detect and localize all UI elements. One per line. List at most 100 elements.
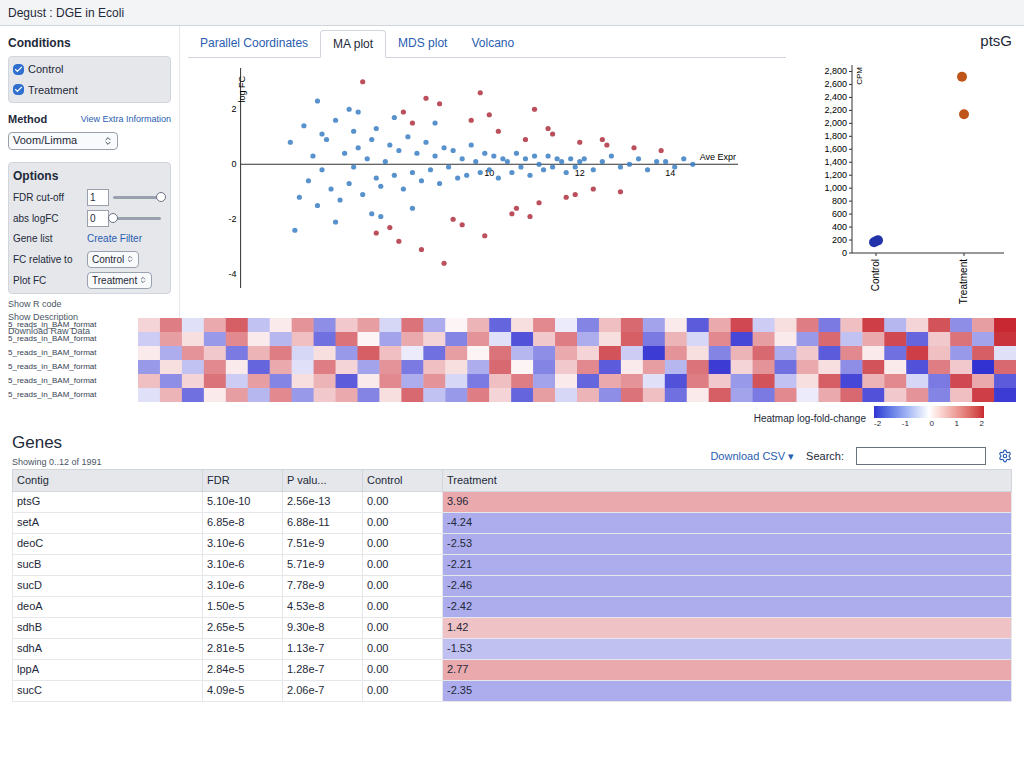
option-link[interactable]: Create Filter [87, 231, 142, 246]
ma-point[interactable] [523, 137, 528, 142]
heatmap-cell[interactable] [314, 346, 336, 360]
ma-point[interactable] [292, 228, 297, 233]
table-row[interactable]: deoA1.50e-54.53e-80.00-2.42 [13, 596, 1012, 617]
ma-point[interactable] [360, 192, 365, 197]
heatmap-cell[interactable] [577, 388, 599, 402]
ma-point[interactable] [591, 186, 596, 191]
ma-point[interactable] [288, 140, 293, 145]
heatmap-cell[interactable] [906, 360, 928, 374]
ma-point[interactable] [369, 137, 374, 142]
heatmap-cell[interactable] [467, 374, 489, 388]
ma-point[interactable] [582, 156, 587, 161]
heatmap-cell[interactable] [709, 388, 731, 402]
ma-point[interactable] [545, 153, 550, 158]
heatmap-cell[interactable] [226, 388, 248, 402]
tab[interactable]: MA plot [320, 30, 386, 58]
ma-point[interactable] [306, 178, 311, 183]
search-input[interactable] [856, 447, 986, 465]
heatmap-cell[interactable] [555, 332, 577, 346]
heatmap-cell[interactable] [555, 388, 577, 402]
gene-point[interactable] [957, 71, 967, 81]
ma-point[interactable] [369, 211, 374, 216]
heatmap-cell[interactable] [467, 388, 489, 402]
heatmap-cell[interactable] [862, 346, 884, 360]
ma-point[interactable] [414, 151, 419, 156]
heatmap-cell[interactable] [423, 346, 445, 360]
heatmap-cell[interactable] [753, 332, 775, 346]
heatmap-cell[interactable] [138, 388, 160, 402]
ma-point[interactable] [365, 156, 370, 161]
heatmap-cell[interactable] [972, 374, 994, 388]
ma-point[interactable] [618, 164, 623, 169]
heatmap-cell[interactable] [270, 388, 292, 402]
heatmap-cell[interactable] [336, 388, 358, 402]
heatmap-cell[interactable] [775, 346, 797, 360]
heatmap-cell[interactable] [270, 318, 292, 332]
heatmap-cell[interactable] [621, 332, 643, 346]
heatmap-cell[interactable] [182, 388, 204, 402]
heatmap-cell[interactable] [731, 360, 753, 374]
heatmap-cell[interactable] [160, 346, 182, 360]
heatmap-cell[interactable] [555, 374, 577, 388]
table-row[interactable]: sucD3.10e-67.78e-90.00-2.46 [13, 575, 1012, 596]
ma-point[interactable] [374, 126, 379, 131]
heatmap-cell[interactable] [182, 346, 204, 360]
heatmap-cell[interactable] [445, 360, 467, 374]
table-row[interactable]: ptsG5.10e-102.56e-130.003.96 [13, 491, 1012, 512]
heatmap-cell[interactable] [467, 360, 489, 374]
heatmap-cell[interactable] [401, 332, 423, 346]
heatmap-cell[interactable] [731, 388, 753, 402]
ma-point[interactable] [405, 134, 410, 139]
gene-plot-chart[interactable]: 02004006008001,0001,2001,4001,6001,8002,… [794, 53, 1024, 315]
heatmap-cell[interactable] [950, 332, 972, 346]
table-row[interactable]: sucB3.10e-65.71e-90.00-2.21 [13, 554, 1012, 575]
ma-point[interactable] [536, 162, 541, 167]
heatmap-cell[interactable] [423, 360, 445, 374]
ma-point[interactable] [297, 195, 302, 200]
ma-point[interactable] [631, 145, 636, 150]
heatmap-cell[interactable] [577, 318, 599, 332]
heatmap-cell[interactable] [423, 388, 445, 402]
checkbox-box[interactable] [13, 84, 24, 95]
heatmap-cell[interactable] [950, 318, 972, 332]
extra-info-link[interactable]: View Extra Information [81, 113, 171, 127]
heatmap-cell[interactable] [270, 374, 292, 388]
heatmap-cell[interactable] [994, 332, 1016, 346]
heatmap-cell[interactable] [862, 360, 884, 374]
table-row[interactable]: lppA2.84e-51.28e-70.002.77 [13, 659, 1012, 680]
column-header[interactable]: P valu... [283, 470, 363, 492]
ma-point[interactable] [432, 120, 437, 125]
ma-point[interactable] [536, 200, 541, 205]
heatmap-cell[interactable] [621, 360, 643, 374]
heatmap-cell[interactable] [797, 374, 819, 388]
heatmap-cell[interactable] [797, 332, 819, 346]
heatmap-cell[interactable] [753, 346, 775, 360]
ma-point[interactable] [532, 107, 537, 112]
heatmap-cell[interactable] [621, 346, 643, 360]
ma-point[interactable] [315, 98, 320, 103]
heatmap-cell[interactable] [775, 374, 797, 388]
heatmap-cell[interactable] [467, 332, 489, 346]
ma-plot-chart[interactable]: log FC20-2-4101214Ave Expr [188, 58, 748, 298]
ma-point[interactable] [464, 173, 469, 178]
heatmap-cell[interactable] [862, 318, 884, 332]
ma-point[interactable] [328, 186, 333, 191]
heatmap-cell[interactable] [621, 388, 643, 402]
ma-point[interactable] [478, 170, 483, 175]
ma-point[interactable] [374, 230, 379, 235]
heatmap-cell[interactable] [643, 332, 665, 346]
tab[interactable]: MDS plot [386, 30, 459, 57]
ma-point[interactable] [500, 156, 505, 161]
heatmap-cell[interactable] [226, 374, 248, 388]
heatmap-cell[interactable] [643, 346, 665, 360]
heatmap-cell[interactable] [818, 318, 840, 332]
ma-point[interactable] [568, 156, 573, 161]
heatmap-cell[interactable] [379, 374, 401, 388]
ma-point[interactable] [550, 164, 555, 169]
heatmap-cell[interactable] [248, 374, 270, 388]
ma-point[interactable] [518, 164, 523, 169]
ma-point[interactable] [378, 184, 383, 189]
ma-point[interactable] [428, 167, 433, 172]
ma-point[interactable] [573, 164, 578, 169]
heatmap-cell[interactable] [884, 388, 906, 402]
